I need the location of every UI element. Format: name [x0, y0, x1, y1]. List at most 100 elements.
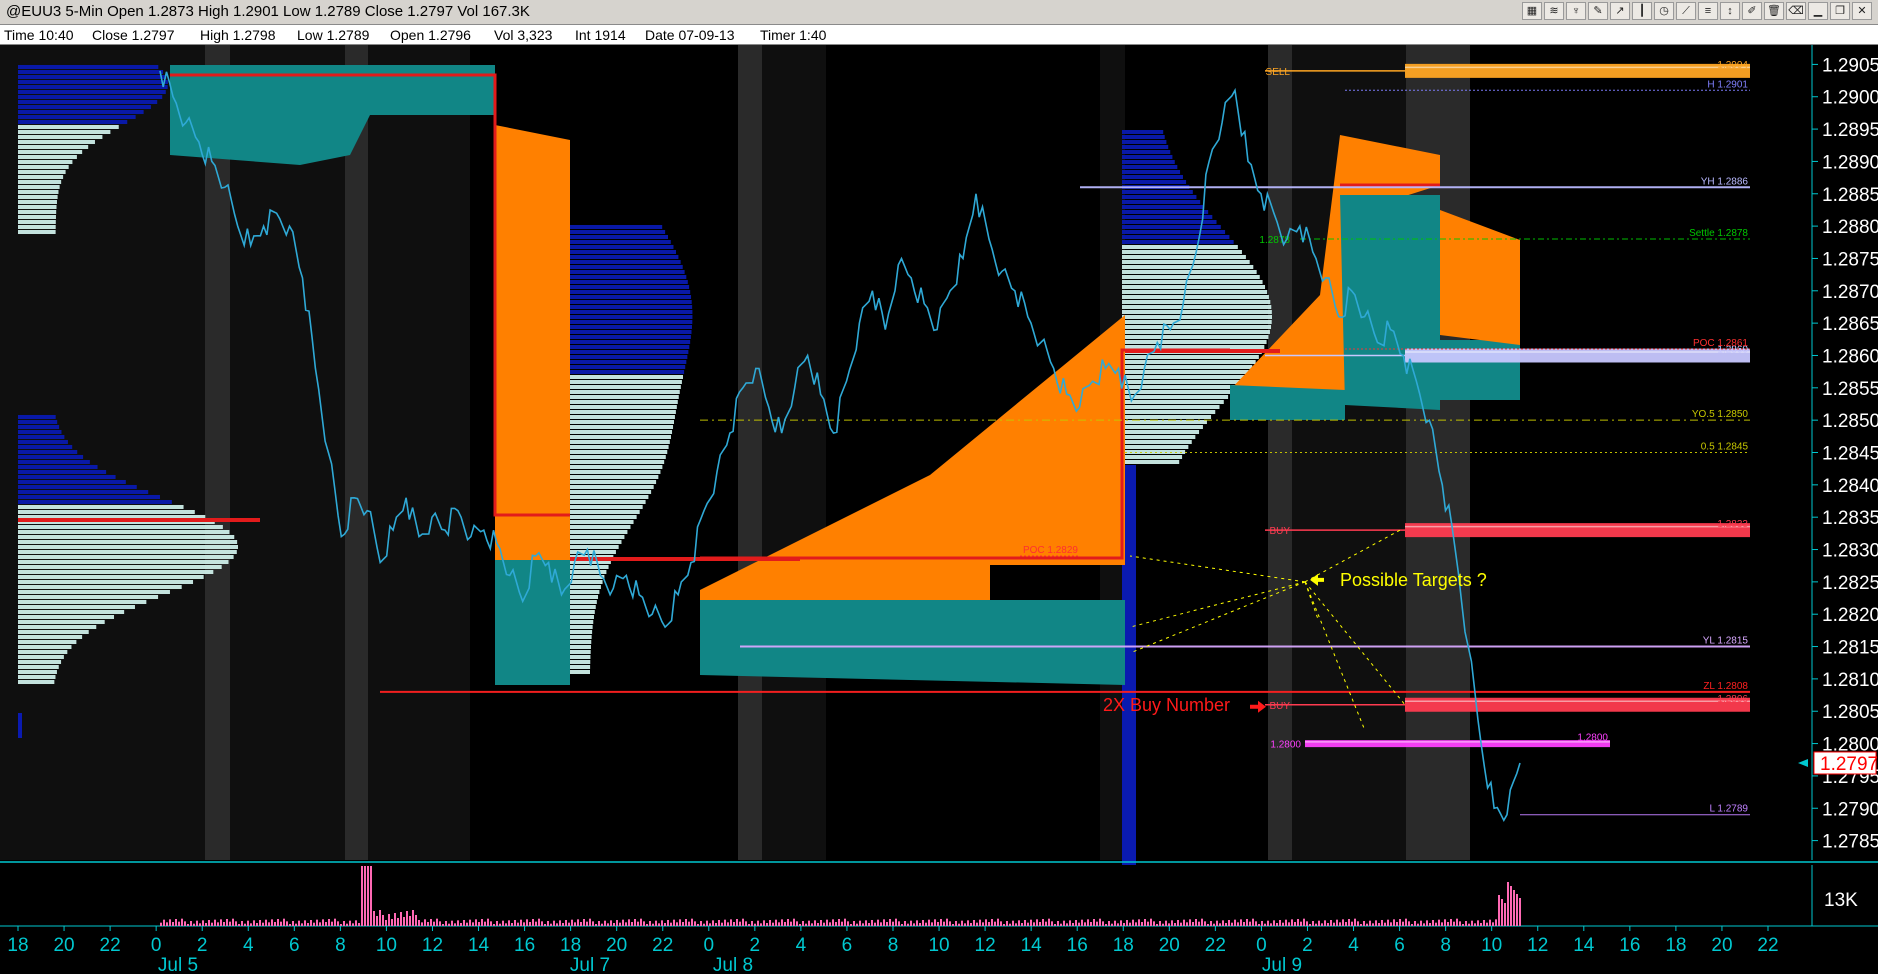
volume-bar — [601, 923, 603, 926]
volume-bar — [784, 922, 786, 926]
volume-bar — [490, 921, 492, 926]
pencil-icon[interactable]: ✎ — [1588, 2, 1608, 20]
volume-bar — [196, 920, 198, 926]
y-tick-label: 1.2870 — [1822, 282, 1878, 303]
volume-bar — [1342, 919, 1344, 926]
volume-bar — [832, 919, 834, 926]
profile-bar-jul5-upper — [18, 200, 57, 204]
close-icon[interactable]: ✕ — [1852, 2, 1872, 20]
x-tick-label: 22 — [652, 935, 673, 956]
profile-bar-jul5-upper — [18, 230, 56, 234]
profile-bar-jul9 — [1122, 445, 1189, 449]
profile-bar-jul5-upper — [18, 150, 83, 154]
profile-bar-jul5-lower — [18, 425, 60, 429]
profile-bar-jul5-lower — [18, 665, 59, 669]
volume-bar — [1132, 919, 1134, 926]
delete-icon[interactable]: 🗑 — [1764, 2, 1784, 20]
volume-bar — [181, 918, 183, 926]
volume-bar — [388, 914, 390, 926]
draw-icon[interactable]: ↗ — [1610, 2, 1630, 20]
volume-bar — [562, 923, 564, 926]
volume-bar — [286, 921, 288, 926]
profile-bar-jul5-lower — [18, 540, 238, 544]
profile-bar-jul8 — [552, 300, 692, 304]
profile-bar-jul9 — [1122, 425, 1203, 429]
x-tick-label: 18 — [1113, 935, 1134, 956]
volume-bar — [928, 919, 930, 926]
volume-bar — [910, 920, 912, 926]
price-chart[interactable]: 1.2904 SELL H 1.2901 YH 1.2886 Settle 1.2878… — [0, 45, 1878, 974]
pattern-icon[interactable]: ♆ — [1566, 2, 1586, 20]
x-tick-label: 4 — [796, 935, 807, 956]
profile-bar-jul5-lower — [18, 485, 137, 489]
volume-bar — [853, 921, 855, 926]
volume-bar — [439, 921, 441, 926]
volume-bar — [673, 919, 675, 926]
volume-bar — [1261, 921, 1263, 926]
volume-bar — [1501, 899, 1503, 926]
profile-bar-jul9 — [1122, 255, 1246, 259]
info-date: Date 07-09-13 — [645, 27, 735, 43]
profile-bar-jul5-lower — [18, 560, 229, 564]
volume-bar — [1480, 923, 1482, 926]
zoom-icon[interactable]: ≋ — [1544, 2, 1564, 20]
x-tick-label: 8 — [335, 935, 346, 956]
volume-bar — [1285, 919, 1287, 926]
volume-bar — [733, 922, 735, 926]
profile-bar-jul5-lower — [18, 455, 84, 459]
volume-bar — [616, 920, 618, 926]
volume-bar — [184, 921, 186, 926]
window-title-bar: @EUU3 5-Min Open 1.2873 High 1.2901 Low … — [0, 0, 1878, 25]
profile-bar-jul8 — [552, 295, 692, 299]
volume-bar — [289, 924, 291, 926]
line-tool-icon[interactable]: ⟋ — [1676, 2, 1696, 20]
profile-bar-jul8 — [552, 400, 678, 404]
volume-bar — [1213, 923, 1215, 926]
volume-bar — [667, 920, 669, 926]
profile-bar-jul5-lower — [18, 420, 58, 424]
orange-area — [495, 125, 570, 560]
text-tool-icon[interactable]: ✐ — [1742, 2, 1762, 20]
profile-bar-jul5-upper — [18, 70, 164, 74]
profile-bar-jul9 — [1122, 265, 1254, 269]
volume-bar — [1390, 922, 1392, 926]
eraser-icon[interactable]: ⌫ — [1786, 2, 1806, 20]
clock-icon[interactable]: ◷ — [1654, 2, 1674, 20]
session-shading — [0, 45, 1470, 860]
profile-bar-jul5-upper — [18, 155, 77, 159]
volume-bar — [1054, 924, 1056, 926]
volume-bar — [769, 920, 771, 926]
profile-bar-jul9 — [1122, 410, 1216, 414]
volume-bar — [805, 923, 807, 926]
x-tick-label: 22 — [100, 935, 121, 956]
profile-bar-jul5-lower — [18, 475, 116, 479]
y-tick-label: 1.2875 — [1822, 249, 1878, 270]
fib-tool-icon[interactable]: ≡ — [1698, 2, 1718, 20]
profile-bar-jul9 — [1122, 240, 1234, 244]
arrow-tool-icon[interactable]: ↕ — [1720, 2, 1740, 20]
volume-bar — [295, 923, 297, 926]
x-tick-label: 16 — [1619, 935, 1640, 956]
volume-bar — [1081, 919, 1083, 926]
volume-bar — [334, 918, 336, 926]
hline-icon[interactable]: ┃ — [1632, 2, 1652, 20]
volume-bar — [1471, 920, 1473, 926]
minimize-icon[interactable]: ▁ — [1808, 2, 1828, 20]
volume-bar — [313, 922, 315, 926]
volume-bar — [1441, 922, 1443, 926]
info-time: Time 10:40 — [4, 27, 74, 43]
volume-bar — [268, 922, 270, 926]
chart-style-icon[interactable]: ▦ — [1522, 2, 1542, 20]
volume-bar — [577, 919, 579, 926]
restore-icon[interactable]: ❐ — [1830, 2, 1850, 20]
volume-bar — [244, 923, 246, 926]
profile-bar-jul9 — [1122, 310, 1272, 314]
volume-bar — [1474, 923, 1476, 926]
x-tick-label: 12 — [422, 935, 443, 956]
volume-bar — [865, 920, 867, 926]
volume-bar — [934, 919, 936, 926]
volume-bar — [1150, 918, 1152, 926]
level-label-left: BUY — [1269, 701, 1290, 712]
volume-bar — [796, 921, 798, 926]
volume-bar — [1282, 922, 1284, 926]
